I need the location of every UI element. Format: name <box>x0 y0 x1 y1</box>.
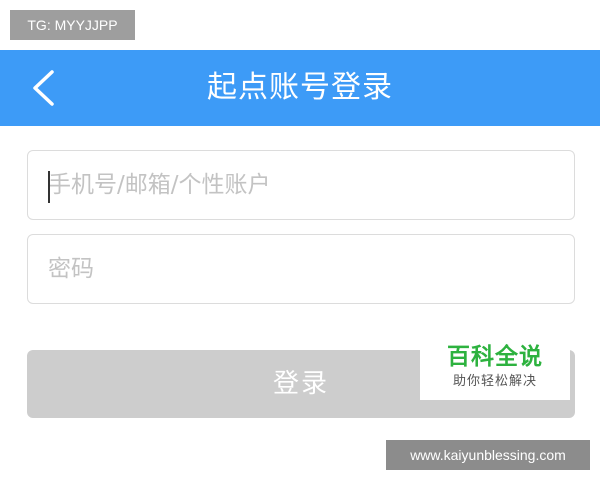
app-header: 起点账号登录 <box>0 50 600 126</box>
watermark-logo-title: 百科全说 <box>447 344 543 370</box>
watermark-logo-subtitle: 助你轻松解决 <box>452 374 537 389</box>
account-field[interactable] <box>27 150 575 220</box>
url-overlay-label: www.kaiyunblessing.com <box>386 440 590 470</box>
password-field[interactable] <box>27 234 575 304</box>
account-input[interactable] <box>28 151 574 219</box>
text-caret <box>48 171 50 203</box>
watermark-logo: 百科全说 助你轻松解决 <box>420 338 570 400</box>
page-title: 起点账号登录 <box>207 70 393 105</box>
tg-overlay-label: TG: MYYJJPP <box>10 10 135 40</box>
password-input[interactable] <box>28 235 574 303</box>
